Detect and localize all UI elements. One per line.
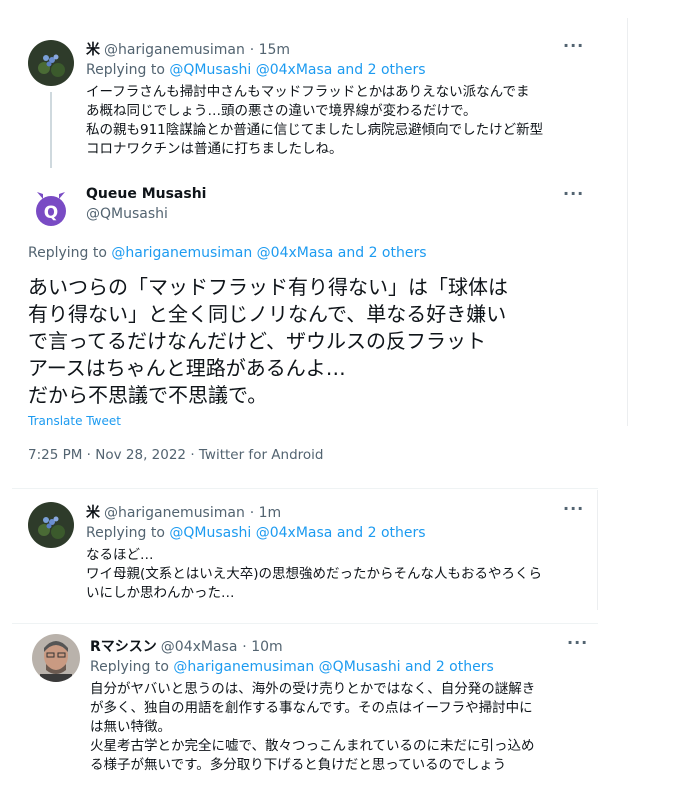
tweet-time[interactable]: · 1m	[250, 505, 281, 521]
handle[interactable]: @04xMasa	[161, 639, 238, 655]
flower-avatar-icon	[28, 502, 74, 548]
more-icon[interactable]: ···	[563, 36, 584, 55]
others-link[interactable]: 2 others	[436, 659, 494, 675]
tweet-text: 自分がヤバいと思うのは、海外の受け売りとかではなく、自分発の謎解き が多く、独自…	[90, 681, 536, 773]
mention-link[interactable]: @hariganemusiman @QMusashi	[173, 659, 400, 675]
avatar[interactable]	[28, 502, 74, 548]
mention-link[interactable]: @QMusashi @04xMasa	[169, 525, 332, 541]
display-name[interactable]: 米	[86, 505, 100, 521]
tweet-time[interactable]: · 15m	[250, 42, 290, 58]
display-name[interactable]: 米	[86, 42, 100, 58]
author-row: 米 @hariganemusiman · 15m	[86, 39, 290, 59]
author-row: 米 @hariganemusiman · 1m	[86, 502, 281, 522]
thread-line	[50, 92, 52, 168]
others-link[interactable]: 2 others	[369, 245, 427, 261]
tweet-text: あいつらの「マッドフラッド有り得ない」は「球体は 有り得ない」と全く同じノリなん…	[28, 275, 508, 407]
q-logo-icon: Q	[28, 184, 74, 230]
more-icon[interactable]: ···	[563, 184, 584, 203]
author-row: Rマシスン @04xMasa · 10m	[90, 636, 283, 656]
handle[interactable]: @hariganemusiman	[104, 505, 245, 521]
avatar[interactable]: Q	[28, 184, 74, 230]
column-border	[627, 18, 628, 426]
divider	[12, 488, 598, 489]
display-name[interactable]: Rマシスン	[90, 639, 157, 655]
replying-to: Replying to @hariganemusiman @QMusashi a…	[90, 659, 494, 675]
others-link[interactable]: 2 others	[368, 62, 426, 78]
flower-avatar-icon	[28, 40, 74, 86]
translate-tweet-link[interactable]: Translate Tweet	[28, 414, 121, 428]
handle[interactable]: @hariganemusiman	[104, 42, 245, 58]
more-icon[interactable]: ···	[567, 633, 588, 652]
avatar[interactable]	[32, 634, 80, 682]
tweet-text: なるほど… ワイ母親(文系とはいえ大卒)の思想強めだったからそんな人もおるやろく…	[86, 547, 543, 601]
replying-to: Replying to @hariganemusiman @04xMasa an…	[28, 245, 427, 261]
person-avatar-icon	[32, 634, 80, 682]
tweet[interactable]: 米 @hariganemusiman · 15m ··· Replying to …	[0, 0, 627, 178]
tweet-time[interactable]: · 10m	[242, 639, 282, 655]
others-link[interactable]: 2 others	[368, 525, 426, 541]
mention-link[interactable]: @QMusashi @04xMasa	[169, 62, 332, 78]
replying-to: Replying to @QMusashi @04xMasa and 2 oth…	[86, 525, 426, 541]
tweet-timestamp[interactable]: 7:25 PM · Nov 28, 2022 · Twitter for And…	[28, 447, 323, 463]
replying-to: Replying to @QMusashi @04xMasa and 2 oth…	[86, 62, 426, 78]
mention-link[interactable]: @hariganemusiman @04xMasa	[111, 245, 333, 261]
more-icon[interactable]: ···	[563, 499, 584, 518]
tweet[interactable]: Rマシスン @04xMasa · 10m ··· Replying to @har…	[0, 624, 598, 800]
display-name[interactable]: Queue Musashi	[86, 186, 206, 202]
svg-text:Q: Q	[44, 203, 58, 223]
focused-tweet: Q Queue Musashi @QMusashi ··· Replying t…	[0, 178, 627, 478]
tweet-text: イーフラさんも掃討中さんもマッドフラッドとかはありえない派なんでま あ概ね同じで…	[86, 84, 544, 157]
tweet[interactable]: 米 @hariganemusiman · 1m ··· Replying to @…	[0, 490, 598, 612]
handle[interactable]: @QMusashi	[86, 206, 168, 222]
avatar[interactable]	[28, 40, 74, 86]
